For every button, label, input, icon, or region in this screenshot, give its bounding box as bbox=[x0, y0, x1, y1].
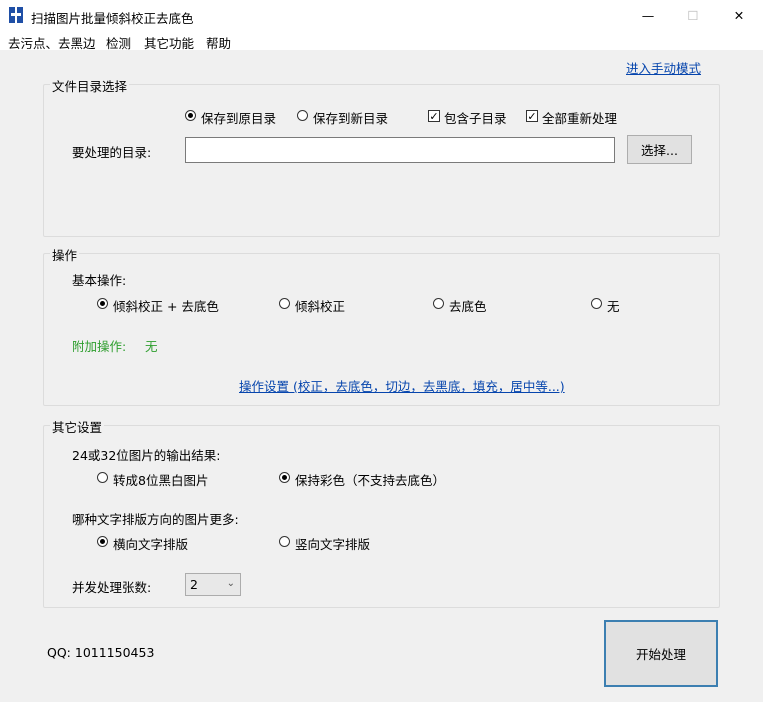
menu-item-help[interactable]: 帮助 bbox=[206, 33, 231, 52]
output-radio-8bit[interactable] bbox=[97, 472, 108, 483]
maximize-icon: ☐ bbox=[687, 7, 699, 23]
checkmark-icon: ✓ bbox=[429, 109, 439, 123]
window-title: 扫描图片批量倾斜校正去底色 bbox=[31, 11, 194, 26]
direction-radio-horizontal[interactable] bbox=[97, 536, 108, 547]
output-label: 24或32位图片的输出结果: bbox=[72, 448, 221, 463]
direction-radio-vertical[interactable] bbox=[279, 536, 290, 547]
op-label-bg: 去底色 bbox=[449, 299, 487, 314]
reprocess-all-checkbox[interactable]: ✓ bbox=[526, 110, 538, 122]
close-button[interactable]: ✕ bbox=[716, 0, 762, 30]
op-radio-deskew[interactable] bbox=[279, 298, 290, 309]
output-label-color: 保持彩色（不支持去底色） bbox=[295, 473, 446, 488]
minimize-button[interactable]: — bbox=[625, 0, 671, 30]
dir-label: 要处理的目录: bbox=[72, 145, 152, 160]
dir-input[interactable] bbox=[185, 137, 615, 163]
save-new-label: 保存到新目录 bbox=[313, 111, 389, 126]
output-label-8bit: 转成8位黑白图片 bbox=[113, 473, 209, 488]
reprocess-all-label: 全部重新处理 bbox=[542, 111, 618, 126]
op-label-none: 无 bbox=[607, 299, 620, 314]
basic-op-label: 基本操作: bbox=[72, 273, 127, 288]
op-radio-none[interactable] bbox=[591, 298, 602, 309]
extra-op-label: 附加操作: bbox=[72, 339, 127, 354]
minimize-icon: — bbox=[641, 7, 655, 23]
choose-dir-button[interactable]: 选择... bbox=[627, 135, 692, 164]
op-radio-bg[interactable] bbox=[433, 298, 444, 309]
menu-item-detect[interactable]: 检测 bbox=[106, 33, 131, 52]
other-settings-group-title: 其它设置 bbox=[50, 417, 105, 436]
save-original-label: 保存到原目录 bbox=[201, 111, 277, 126]
close-icon: ✕ bbox=[733, 7, 745, 23]
chevron-down-icon: ⌄ bbox=[226, 578, 235, 589]
direction-label-horizontal: 横向文字排版 bbox=[113, 537, 189, 552]
extra-op-value: 无 bbox=[145, 339, 158, 354]
op-label-deskew: 倾斜校正 bbox=[295, 299, 346, 314]
menu-item-clean[interactable]: 去污点、去黑边 bbox=[8, 33, 96, 52]
file-dir-group-title: 文件目录选择 bbox=[50, 76, 130, 95]
save-original-radio[interactable] bbox=[185, 110, 196, 121]
start-processing-button[interactable]: 开始处理 bbox=[604, 620, 718, 687]
op-radio-deskew-bg[interactable] bbox=[97, 298, 108, 309]
concurrency-value: 2 bbox=[190, 577, 198, 592]
include-subdirs-checkbox[interactable]: ✓ bbox=[428, 110, 440, 122]
direction-label-vertical: 竖向文字排版 bbox=[295, 537, 371, 552]
operation-group-title: 操作 bbox=[50, 245, 80, 264]
concurrency-label: 并发处理张数: bbox=[72, 580, 152, 595]
concurrency-select[interactable]: 2 ⌄ bbox=[185, 573, 241, 596]
menu-item-other[interactable]: 其它功能 bbox=[144, 33, 194, 52]
checkmark-icon: ✓ bbox=[527, 109, 537, 123]
op-settings-link[interactable]: 操作设置 (校正，去底色，切边，去黑底，填充，居中等...) bbox=[239, 376, 565, 395]
direction-label: 哪种文字排版方向的图片更多: bbox=[72, 512, 239, 527]
maximize-button[interactable]: ☐ bbox=[670, 0, 716, 30]
save-new-radio[interactable] bbox=[297, 110, 308, 121]
qq-contact: QQ: 1011150453 bbox=[47, 645, 155, 660]
app-icon bbox=[9, 7, 23, 23]
output-radio-color[interactable] bbox=[279, 472, 290, 483]
manual-mode-link[interactable]: 进入手动模式 bbox=[626, 58, 701, 77]
op-label-deskew-bg: 倾斜校正 + 去底色 bbox=[113, 299, 219, 314]
include-subdirs-label: 包含子目录 bbox=[444, 111, 507, 126]
